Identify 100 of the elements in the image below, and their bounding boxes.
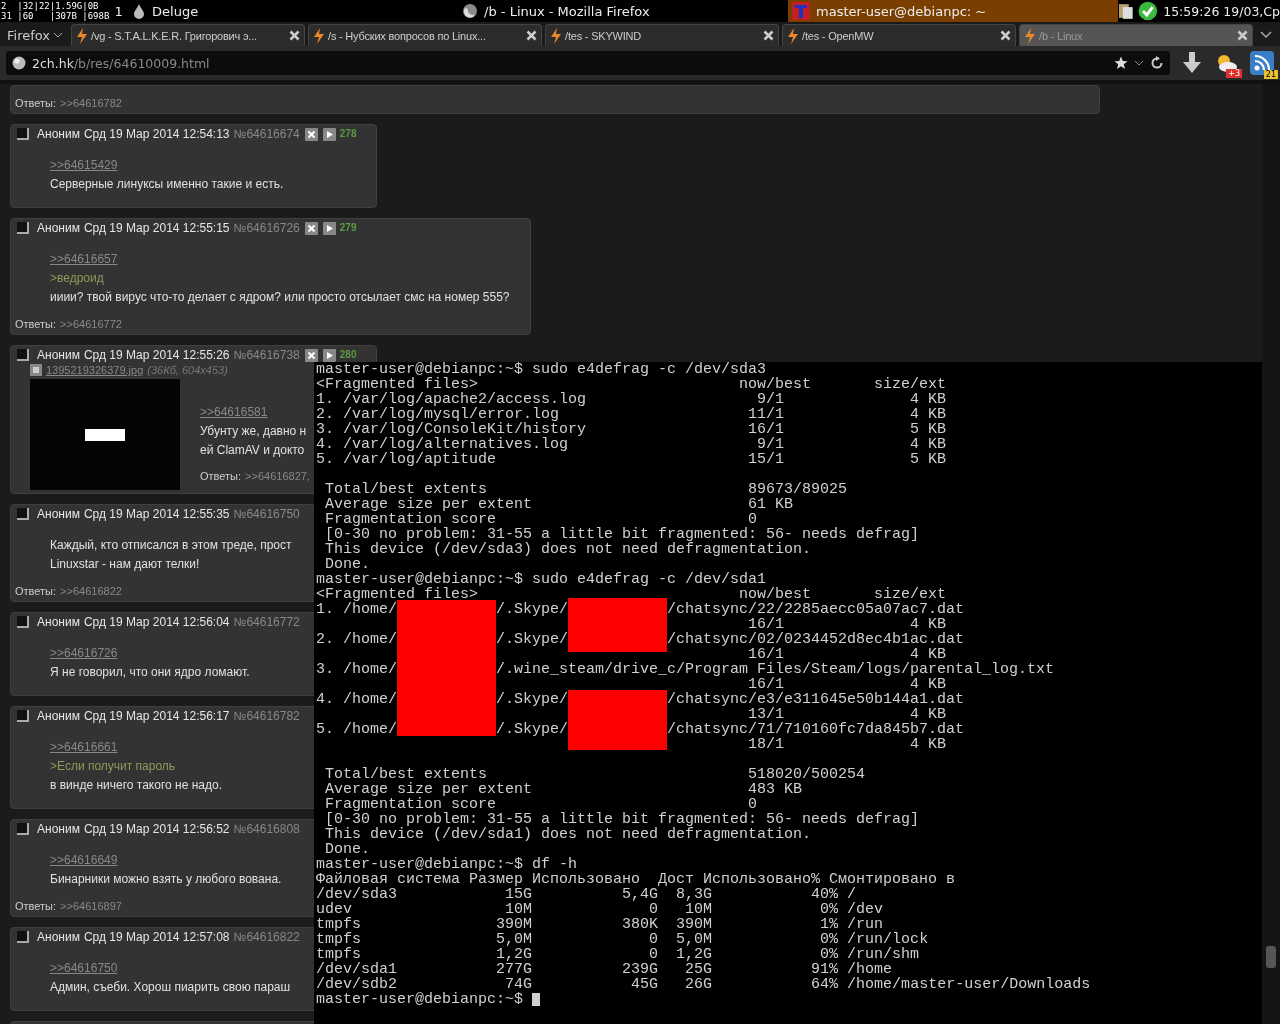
terminal-text: 2. /var/log/mysql/error.log — [316, 407, 560, 422]
address-bar[interactable]: 2ch.hk/b/res/64610009.html — [6, 51, 1170, 75]
post-number[interactable]: №64616738 — [233, 348, 300, 362]
checkmark-icon[interactable] — [1137, 1, 1158, 21]
close-icon[interactable] — [526, 30, 538, 41]
post-number[interactable]: №64616750 — [233, 507, 300, 521]
image-file-icon — [30, 364, 42, 376]
browser-logo-icon — [462, 3, 479, 19]
reply-link[interactable]: >>64616827, — [245, 469, 310, 483]
terminal-text: Total/best extents — [325, 767, 488, 782]
reply-link[interactable]: >>64616782 — [60, 96, 122, 110]
terminal-text: 0% /dev — [820, 902, 884, 917]
scrollbar[interactable] — [1262, 84, 1280, 1024]
post-number[interactable]: №64616782 — [233, 709, 300, 723]
file-link[interactable]: 1395219326379.jpg — [46, 364, 144, 376]
chevron-down-icon[interactable] — [1260, 31, 1273, 39]
terminal-text: /chatsync/e3/e311645e50b144a1.dat — [667, 692, 965, 707]
browser-tab[interactable]: /vg - S.T.A.L.K.E.R. Григорович э... — [71, 24, 306, 46]
reply-link[interactable]: >>64616750 — [50, 959, 118, 978]
post-number[interactable]: №64616808 — [233, 822, 300, 836]
browser-tab[interactable]: /tes - SKYWIND — [545, 24, 780, 46]
hide-icon[interactable] — [304, 127, 318, 141]
checkbox[interactable] — [17, 710, 29, 722]
reply-link[interactable]: >>64616657 — [50, 250, 118, 269]
terminal-text: Total/best extents — [325, 482, 488, 497]
play-icon[interactable] — [322, 348, 336, 362]
reply-link[interactable]: >>64616661 — [50, 738, 118, 757]
reload-icon[interactable] — [1150, 56, 1164, 70]
terminal-text: 64% /home/master-user/Downloads — [811, 977, 1091, 992]
close-icon[interactable] — [1237, 30, 1249, 41]
reply-link[interactable]: >>64615429 — [50, 156, 118, 175]
checkbox[interactable] — [17, 931, 29, 943]
reply-link[interactable]: >>64616772 — [60, 317, 122, 331]
terminal-text: 4 KB — [910, 617, 947, 632]
post-date: Срд 19 Мар 2014 12:55:35 — [83, 507, 230, 521]
terminal-text: tmpfs — [316, 947, 361, 962]
post-number[interactable]: №64616822 — [233, 930, 300, 944]
star-icon[interactable] — [1114, 56, 1128, 70]
post-number[interactable]: №64616726 — [233, 221, 300, 235]
poster-name: Аноним — [37, 507, 80, 521]
lightning-icon — [76, 27, 89, 44]
checkbox[interactable] — [17, 616, 29, 628]
replies-label: Ответы: — [200, 469, 242, 483]
terminal-text: 0% /run/shm — [820, 947, 920, 962]
workspace-number[interactable]: 1 — [114, 3, 129, 19]
close-icon[interactable] — [1000, 30, 1012, 41]
hide-icon[interactable] — [304, 348, 318, 362]
checkbox[interactable] — [17, 128, 29, 140]
post-number[interactable]: №64616772 — [233, 615, 300, 629]
browser-menu-button[interactable]: Firefox — [2, 24, 69, 46]
post-number[interactable]: №64616674 — [233, 127, 300, 141]
terminal-text: Дост Использовано% Смонтировано в — [658, 872, 956, 887]
terminal-text: 4 KB — [910, 392, 947, 407]
terminal-text: 16/1 — [748, 617, 785, 632]
terminal-text: 3. /var/log/ConsoleKit/history — [316, 422, 587, 437]
post-text: Серверные линуксы именно такие и есть. — [50, 176, 284, 193]
taskbar-item[interactable]: /b - Linux - Mozilla Firefox — [458, 0, 789, 22]
taskbar-item[interactable]: master-user@debianpc: ~ — [788, 0, 1119, 22]
reply-link[interactable]: >>64616649 — [50, 851, 118, 870]
terminal-text: 16/1 — [748, 647, 785, 662]
browser-tab[interactable]: /s - Нубских вопросов по Linux... — [308, 24, 543, 46]
terminal-text: /.Skype/ — [496, 632, 569, 647]
terminal-text: 5. /home/ — [316, 722, 397, 737]
reply-link[interactable]: >>64616726 — [50, 644, 118, 663]
terminal-text: 8,3G — [676, 887, 713, 902]
close-icon[interactable] — [763, 30, 775, 41]
browser-tab[interactable]: /b - Linux — [1019, 24, 1254, 46]
clipboard-icon[interactable] — [1118, 2, 1134, 20]
checkbox[interactable] — [17, 508, 29, 520]
terminal-text: 0 — [748, 512, 758, 527]
scrollbar-thumb[interactable] — [1266, 946, 1276, 968]
terminal-text: 4. /home/ — [316, 692, 397, 707]
terminal-text: 1,2G — [676, 947, 713, 962]
feeds-button[interactable]: 21 — [1250, 51, 1274, 75]
post-text: ииии? твой вирус что-то делает с ядром? или просто отсылает смс на номер 555? — [50, 289, 510, 306]
post-text: Я не говорил, что они ядро ломают. — [50, 664, 250, 681]
checkbox[interactable] — [17, 222, 29, 234]
taskbar-item[interactable]: Deluge — [128, 0, 459, 22]
terminal-text: 0 — [649, 947, 659, 962]
post-count: 278 — [339, 129, 357, 139]
terminal-text: 0 — [649, 932, 659, 947]
reply-link[interactable]: >>64616822 — [60, 584, 122, 598]
terminal-text: 5,4G — [622, 887, 659, 902]
checkbox[interactable] — [17, 823, 29, 835]
browser-tab[interactable]: /tes - OpenMW — [782, 24, 1017, 46]
hide-icon[interactable] — [304, 221, 318, 235]
lightning-icon — [787, 27, 800, 44]
image-thumbnail[interactable] — [30, 379, 180, 490]
play-icon[interactable] — [322, 127, 336, 141]
reply-link[interactable]: >>64616581 — [200, 403, 268, 422]
reply-link[interactable]: >>64616897 — [60, 899, 122, 913]
terminal-text: 4 KB — [910, 437, 947, 452]
download-arrow-icon[interactable] — [1182, 52, 1202, 74]
quote-text: >ведроид — [50, 270, 104, 287]
checkbox[interactable] — [17, 349, 29, 361]
terminal-text: 15G — [505, 887, 533, 902]
close-icon[interactable] — [289, 30, 301, 41]
chevron-down-icon[interactable] — [1134, 60, 1144, 66]
play-icon[interactable] — [322, 221, 336, 235]
terminal-text: 11/1 — [748, 407, 785, 422]
